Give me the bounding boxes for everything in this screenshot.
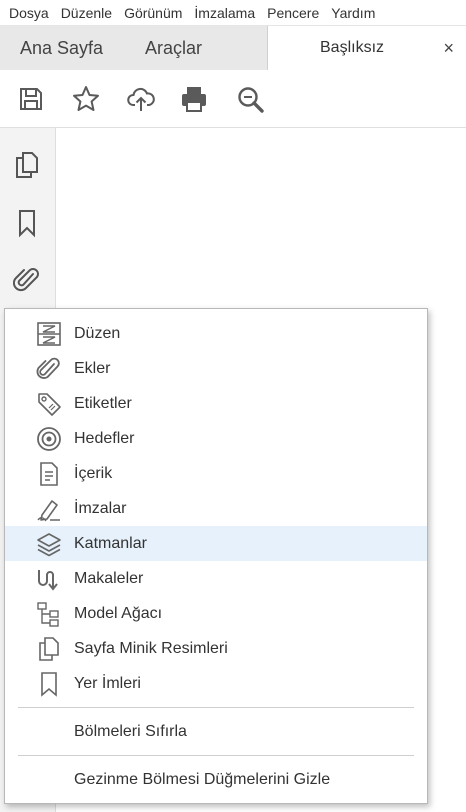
menu-item-signatures[interactable]: İmzalar (5, 491, 427, 526)
menu-item-attachments[interactable]: Ekler (5, 351, 427, 386)
save-icon (20, 88, 42, 110)
attachment-icon (13, 268, 39, 292)
menu-item-destinations[interactable]: Hedefler (5, 421, 427, 456)
menu-item-tags[interactable]: Etiketler (5, 386, 427, 421)
menu-item-label: Bölmeleri Sıfırla (74, 722, 187, 740)
menu-file[interactable]: Dosya (3, 0, 55, 26)
cloud-upload-icon (127, 87, 155, 111)
menu-separator (18, 755, 414, 756)
menu-sign[interactable]: İmzalama (188, 0, 261, 26)
menu-item-model-tree[interactable]: Model Ağacı (5, 596, 427, 631)
pages-icon (35, 635, 63, 663)
zoom-icon (238, 87, 264, 113)
menu-bar: Dosya Düzenle Görünüm İmzalama Pencere Y… (0, 0, 466, 26)
pen-icon (35, 495, 63, 523)
close-icon[interactable]: × (443, 26, 454, 70)
zoom-button[interactable] (233, 82, 267, 116)
menu-view[interactable]: Görünüm (118, 0, 188, 26)
target-icon (35, 425, 63, 453)
menu-item-label: Gezinme Bölmesi Düğmelerini Gizle (74, 770, 331, 788)
paperclip-icon (35, 355, 63, 383)
menu-item-layout[interactable]: Düzen (5, 316, 427, 351)
article-icon (35, 565, 63, 593)
tab-tools[interactable]: Araçlar (145, 26, 202, 70)
menu-item-hide-nav-buttons[interactable]: Gezinme Bölmesi Düğmelerini Gizle (5, 762, 427, 797)
menu-item-content[interactable]: İçerik (5, 456, 427, 491)
menu-item-label: Hedefler (74, 429, 135, 447)
pages-button[interactable] (8, 146, 46, 184)
bookmark-star-button[interactable] (69, 82, 103, 116)
menu-item-label: İçerik (74, 464, 113, 482)
menu-item-label: Model Ağacı (74, 604, 163, 622)
menu-separator (18, 707, 414, 708)
menu-item-label: Yer İmleri (74, 674, 141, 692)
bookmark-icon (35, 670, 63, 698)
star-icon (73, 86, 99, 111)
document-icon (35, 460, 63, 488)
layers-icon (35, 530, 63, 558)
tag-icon (35, 390, 63, 418)
save-button[interactable] (14, 82, 48, 116)
menu-item-label: Sayfa Minik Resimleri (74, 639, 228, 657)
menu-item-label: Etiketler (74, 394, 132, 412)
tab-document[interactable]: Başlıksız × (268, 26, 466, 71)
menu-edit[interactable]: Düzenle (55, 0, 118, 26)
menu-item-reset-panes[interactable]: Bölmeleri Sıfırla (5, 714, 427, 749)
menu-item-layers[interactable]: Katmanlar (5, 526, 427, 561)
menu-item-label: Makaleler (74, 569, 144, 587)
menu-item-label: Düzen (74, 324, 121, 342)
menu-item-label: Katmanlar (74, 534, 147, 552)
menu-window[interactable]: Pencere (261, 0, 325, 26)
toolbar (0, 70, 466, 128)
bookmarks-button[interactable] (8, 204, 46, 242)
menu-item-articles[interactable]: Makaleler (5, 561, 427, 596)
navigation-panes-context-menu: Düzen Ekler Etiketler Hedefler İçerik İm… (4, 308, 428, 804)
print-icon (182, 87, 206, 112)
attachments-button[interactable] (8, 260, 46, 298)
layout-icon (35, 320, 63, 348)
tab-document-label: Başlıksız (320, 39, 385, 56)
bookmark-icon (19, 210, 35, 238)
tab-bar: Ana Sayfa Araçlar Başlıksız × (0, 26, 466, 71)
menu-item-label: İmzalar (74, 499, 127, 517)
print-button[interactable] (177, 82, 211, 116)
tree-icon (35, 600, 63, 628)
tab-group-home: Ana Sayfa Araçlar (0, 26, 268, 70)
tab-home[interactable]: Ana Sayfa (20, 26, 103, 70)
pages-icon (16, 152, 38, 178)
upload-button[interactable] (124, 82, 158, 116)
menu-item-page-thumbnails[interactable]: Sayfa Minik Resimleri (5, 631, 427, 666)
menu-item-label: Ekler (74, 359, 111, 377)
menu-item-bookmarks[interactable]: Yer İmleri (5, 666, 427, 701)
menu-help[interactable]: Yardım (325, 0, 381, 26)
